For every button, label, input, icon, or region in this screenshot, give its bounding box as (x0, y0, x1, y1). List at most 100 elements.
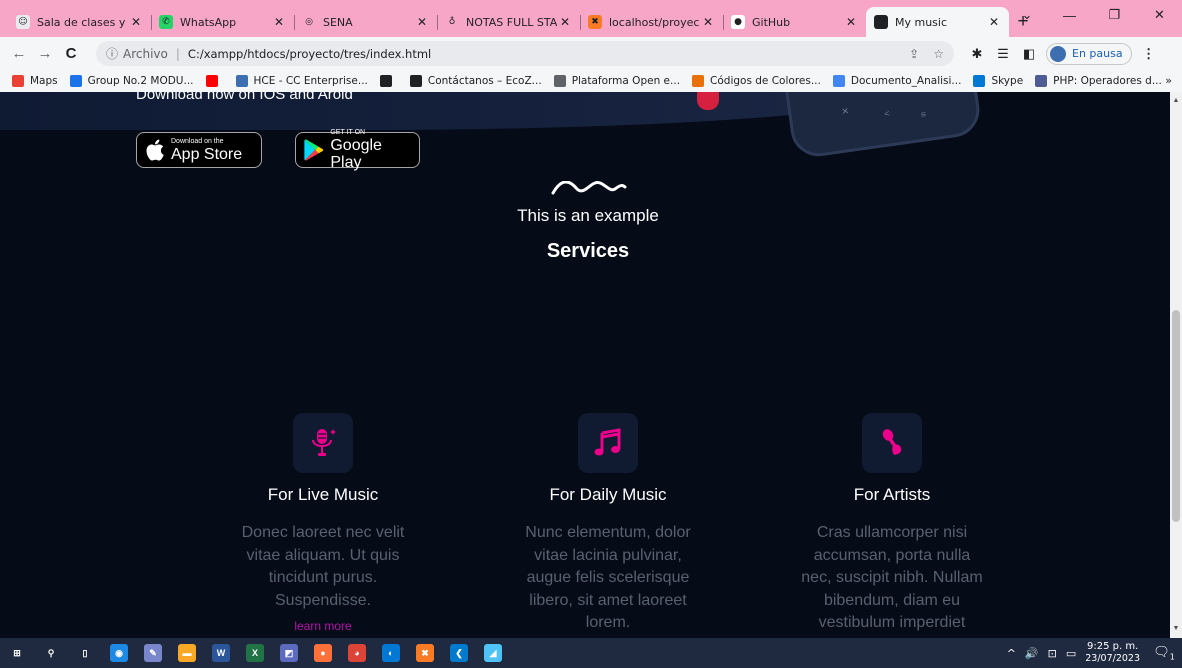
app-pen-icon: ◢ (484, 644, 502, 662)
bookmark-item[interactable]: Skype (973, 75, 1023, 87)
address-bar[interactable]: ⓘ Archivo | C:/xampp/htdocs/proyecto/tre… (96, 41, 954, 66)
browser-tab[interactable]: ✆ WhatsApp ✕ (151, 7, 294, 37)
extensions-icon[interactable]: ✱ (964, 43, 990, 65)
tab-title: NOTAS FULL STA (466, 15, 558, 29)
card-description: Cras ullamcorper nisi accumsan, porta nu… (801, 524, 983, 631)
window-controls: ⌄ — ❐ ✕ (1007, 0, 1182, 30)
taskbar-task-view-button[interactable]: ▯ (68, 638, 102, 668)
taskbar-vscode-button[interactable]: ❮ (442, 638, 476, 668)
tab-search-icon[interactable]: ⌄ (1007, 0, 1047, 30)
clock-time: 9:25 p. m. (1086, 641, 1139, 652)
scrollbar-thumb[interactable] (1172, 310, 1180, 522)
card-title: For Artists (853, 485, 931, 504)
tab-favicon-icon: ☺ (16, 15, 30, 29)
learn-more-link[interactable]: learn more (228, 619, 418, 633)
tab-close-icon[interactable]: ✕ (558, 15, 572, 29)
taskbar-excel-button[interactable]: X (238, 638, 272, 668)
bookmark-item[interactable]: Group No.2 MODU... (69, 75, 194, 87)
taskbar-firefox-button[interactable]: ● (306, 638, 340, 668)
restore-button[interactable]: ❐ (1092, 0, 1137, 30)
browser-menu-icon[interactable]: ⋮ (1136, 43, 1162, 65)
taskbar-start-button[interactable]: ⊞ (0, 638, 34, 668)
app-network-icon: ◩ (280, 644, 298, 662)
phone-illustration: ✕ < ≡ (783, 92, 983, 160)
share-icon[interactable]: ⇪ (909, 47, 919, 61)
taskbar-app-paint-button[interactable]: ✎ (136, 638, 170, 668)
edge-icon: ◐ (382, 644, 400, 662)
site-info-icon[interactable]: ⓘ (106, 45, 118, 62)
browser-tab[interactable]: ◎ SENA ✕ (294, 7, 437, 37)
bookmark-item[interactable]: Códigos de Colores... (692, 75, 821, 87)
card-icon-box (293, 413, 353, 473)
bookmarks-bar: Maps Group No.2 MODU... HCE - CC Enterpris… (0, 70, 1182, 92)
bookmark-item[interactable]: Contáctanos – EcoZ... (409, 75, 542, 87)
taskbar-xampp-button[interactable]: ✖ (408, 638, 442, 668)
more-bookmarks-icon[interactable]: » (1165, 74, 1172, 87)
url-text[interactable]: C:/xampp/htdocs/proyecto/tres/index.html (188, 47, 895, 61)
scroll-up-arrow-icon[interactable]: ▲ (1170, 94, 1182, 108)
tab-title: My music (895, 15, 948, 29)
taskbar-search-button[interactable]: ⚲ (34, 638, 68, 668)
clock[interactable]: 9:25 p. m. 23/07/2023 (1085, 641, 1140, 665)
bookmark-label: Maps (30, 75, 58, 87)
tab-title: Sala de clases y t (37, 15, 129, 29)
reading-list-icon[interactable]: ☰ (990, 43, 1016, 65)
browser-toolbar: ← → C ⓘ Archivo | C:/xampp/htdocs/proyec… (0, 37, 1182, 70)
browser-tab[interactable]: ✖ localhost/proyec ✕ (580, 7, 723, 37)
tab-close-icon[interactable]: ✕ (701, 15, 715, 29)
bookmark-favicon-icon (553, 75, 566, 87)
tab-favicon-icon: ✖ (588, 15, 602, 29)
profile-status: En pausa (1072, 47, 1123, 60)
tab-close-icon[interactable]: ✕ (272, 15, 286, 29)
taskbar-app-pen-button[interactable]: ◢ (476, 638, 510, 668)
app-store-button[interactable]: Download on the App Store (136, 132, 262, 168)
volume-icon[interactable]: 🔊 (1025, 647, 1039, 660)
bookmark-star-icon[interactable]: ☆ (933, 47, 944, 61)
chrome-icon: ◕ (348, 644, 366, 662)
browser-tab[interactable]: ♁ NOTAS FULL STA ✕ (437, 7, 580, 37)
reload-button[interactable]: C (60, 43, 82, 65)
taskbar-word-button[interactable]: W (204, 638, 238, 668)
tab-close-icon[interactable]: ✕ (415, 15, 429, 29)
notifications-icon[interactable]: 🗨1 (1152, 645, 1176, 662)
taskbar-file-explorer-button[interactable]: ▬ (170, 638, 204, 668)
bookmark-favicon-icon (12, 75, 24, 87)
tab-close-icon[interactable]: ✕ (987, 15, 1001, 29)
profile-button[interactable]: En pausa (1046, 42, 1132, 65)
page-viewport: Download now on IOS and Aroid ✕ < ≡ Down… (0, 92, 1170, 638)
tab-favicon-icon: ● (731, 15, 745, 29)
close-window-button[interactable]: ✕ (1137, 0, 1182, 30)
bookmark-item[interactable] (205, 75, 224, 87)
battery-icon[interactable]: ▭ (1066, 647, 1076, 660)
bookmark-item[interactable]: Plataforma Open e... (553, 75, 680, 87)
taskbar-app-network-button[interactable]: ◩ (272, 638, 306, 668)
side-panel-icon[interactable]: ◧ (1016, 43, 1042, 65)
tab-close-icon[interactable]: ✕ (129, 15, 143, 29)
google-play-button[interactable]: GET IT ON Google Play (295, 129, 420, 171)
bookmark-item[interactable]: Documento_Analisi... (832, 75, 961, 87)
card-icon-box (578, 413, 638, 473)
taskbar-chrome-button[interactable]: ◕ (340, 638, 374, 668)
minimize-button[interactable]: — (1047, 0, 1092, 30)
tray-chevron-icon[interactable]: ^ (1007, 647, 1016, 660)
back-button[interactable]: ← (8, 43, 30, 65)
browser-tab[interactable]: ● GitHub ✕ (723, 7, 866, 37)
bookmark-item[interactable]: PHP: Operadores d... (1035, 75, 1162, 87)
taskbar-edge-button[interactable]: ◐ (374, 638, 408, 668)
network-icon[interactable]: ⊡ (1048, 647, 1057, 660)
tab-favicon-icon: ♁ (445, 15, 459, 29)
page-scrollbar[interactable]: ▲ ▼ (1170, 92, 1182, 638)
taskbar-app-blue-button[interactable]: ◉ (102, 638, 136, 668)
tab-close-icon[interactable]: ✕ (844, 15, 858, 29)
scroll-down-arrow-icon[interactable]: ▼ (1170, 622, 1182, 636)
bookmark-label: Códigos de Colores... (710, 75, 821, 87)
forward-button[interactable]: → (34, 43, 56, 65)
bookmark-item[interactable]: Maps (12, 75, 58, 87)
browser-tab[interactable]: ☺ Sala de clases y t ✕ (8, 7, 151, 37)
bookmark-item[interactable] (379, 75, 398, 87)
bookmark-item[interactable]: HCE - CC Enterprise... (235, 75, 368, 87)
app-blue-icon: ◉ (110, 644, 128, 662)
browser-tab[interactable]: ◐ My music ✕ (866, 7, 1009, 37)
file-explorer-icon: ▬ (178, 644, 196, 662)
service-card-live-music: For Live Music Donec laoreet nec velit v… (228, 413, 418, 633)
